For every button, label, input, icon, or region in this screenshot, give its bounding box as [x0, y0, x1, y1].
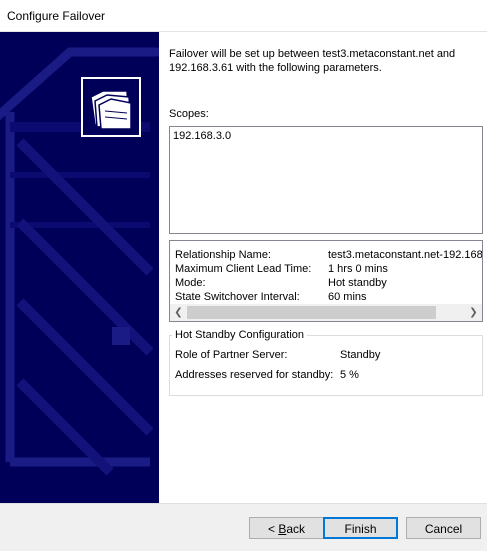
back-button[interactable]: < Back: [249, 517, 324, 539]
scroll-thumb[interactable]: [187, 306, 436, 319]
parameters-list[interactable]: Relationship Name: test3.metaconstant.ne…: [169, 240, 483, 322]
chevron-right-icon[interactable]: ❯: [465, 304, 482, 321]
intro-text: Failover will be set up between test3.me…: [169, 48, 456, 74]
back-prefix: <: [267, 522, 279, 536]
finish-button[interactable]: Finish: [323, 517, 398, 539]
param-value: test3.metaconstant.net-192.168.: [328, 249, 483, 261]
back-label-rest: ack: [286, 522, 306, 536]
cancel-button[interactable]: Cancel: [406, 517, 481, 539]
param-value: 60 mins: [328, 291, 367, 303]
chevron-left-icon[interactable]: ❮: [170, 304, 187, 321]
hot-standby-group: [169, 335, 483, 396]
param-label: Relationship Name:: [175, 249, 271, 261]
horizontal-scrollbar[interactable]: ❮ ❯: [170, 304, 482, 321]
partner-role-value: Standby: [340, 349, 381, 361]
param-label: Mode:: [175, 277, 206, 289]
hot-standby-title: Hot Standby Configuration: [172, 329, 308, 341]
title-bar: Configure Failover: [0, 0, 487, 32]
param-label: Maximum Client Lead Time:: [175, 263, 312, 275]
window-title: Configure Failover: [7, 9, 106, 23]
reserved-addresses-label: Addresses reserved for standby:: [175, 369, 334, 381]
scopes-list[interactable]: 192.168.3.0: [169, 126, 483, 234]
scopes-label: Scopes:: [169, 108, 209, 120]
wizard-banner: [0, 32, 159, 503]
folders-icon: [81, 77, 141, 137]
param-value: 1 hrs 0 mins: [328, 263, 388, 275]
partner-role-label: Role of Partner Server:: [175, 349, 288, 361]
param-label: State Switchover Interval:: [175, 291, 300, 303]
reserved-addresses-value: 5 %: [340, 369, 359, 381]
scope-item[interactable]: 192.168.3.0: [173, 130, 231, 142]
param-value: Hot standby: [328, 277, 387, 289]
